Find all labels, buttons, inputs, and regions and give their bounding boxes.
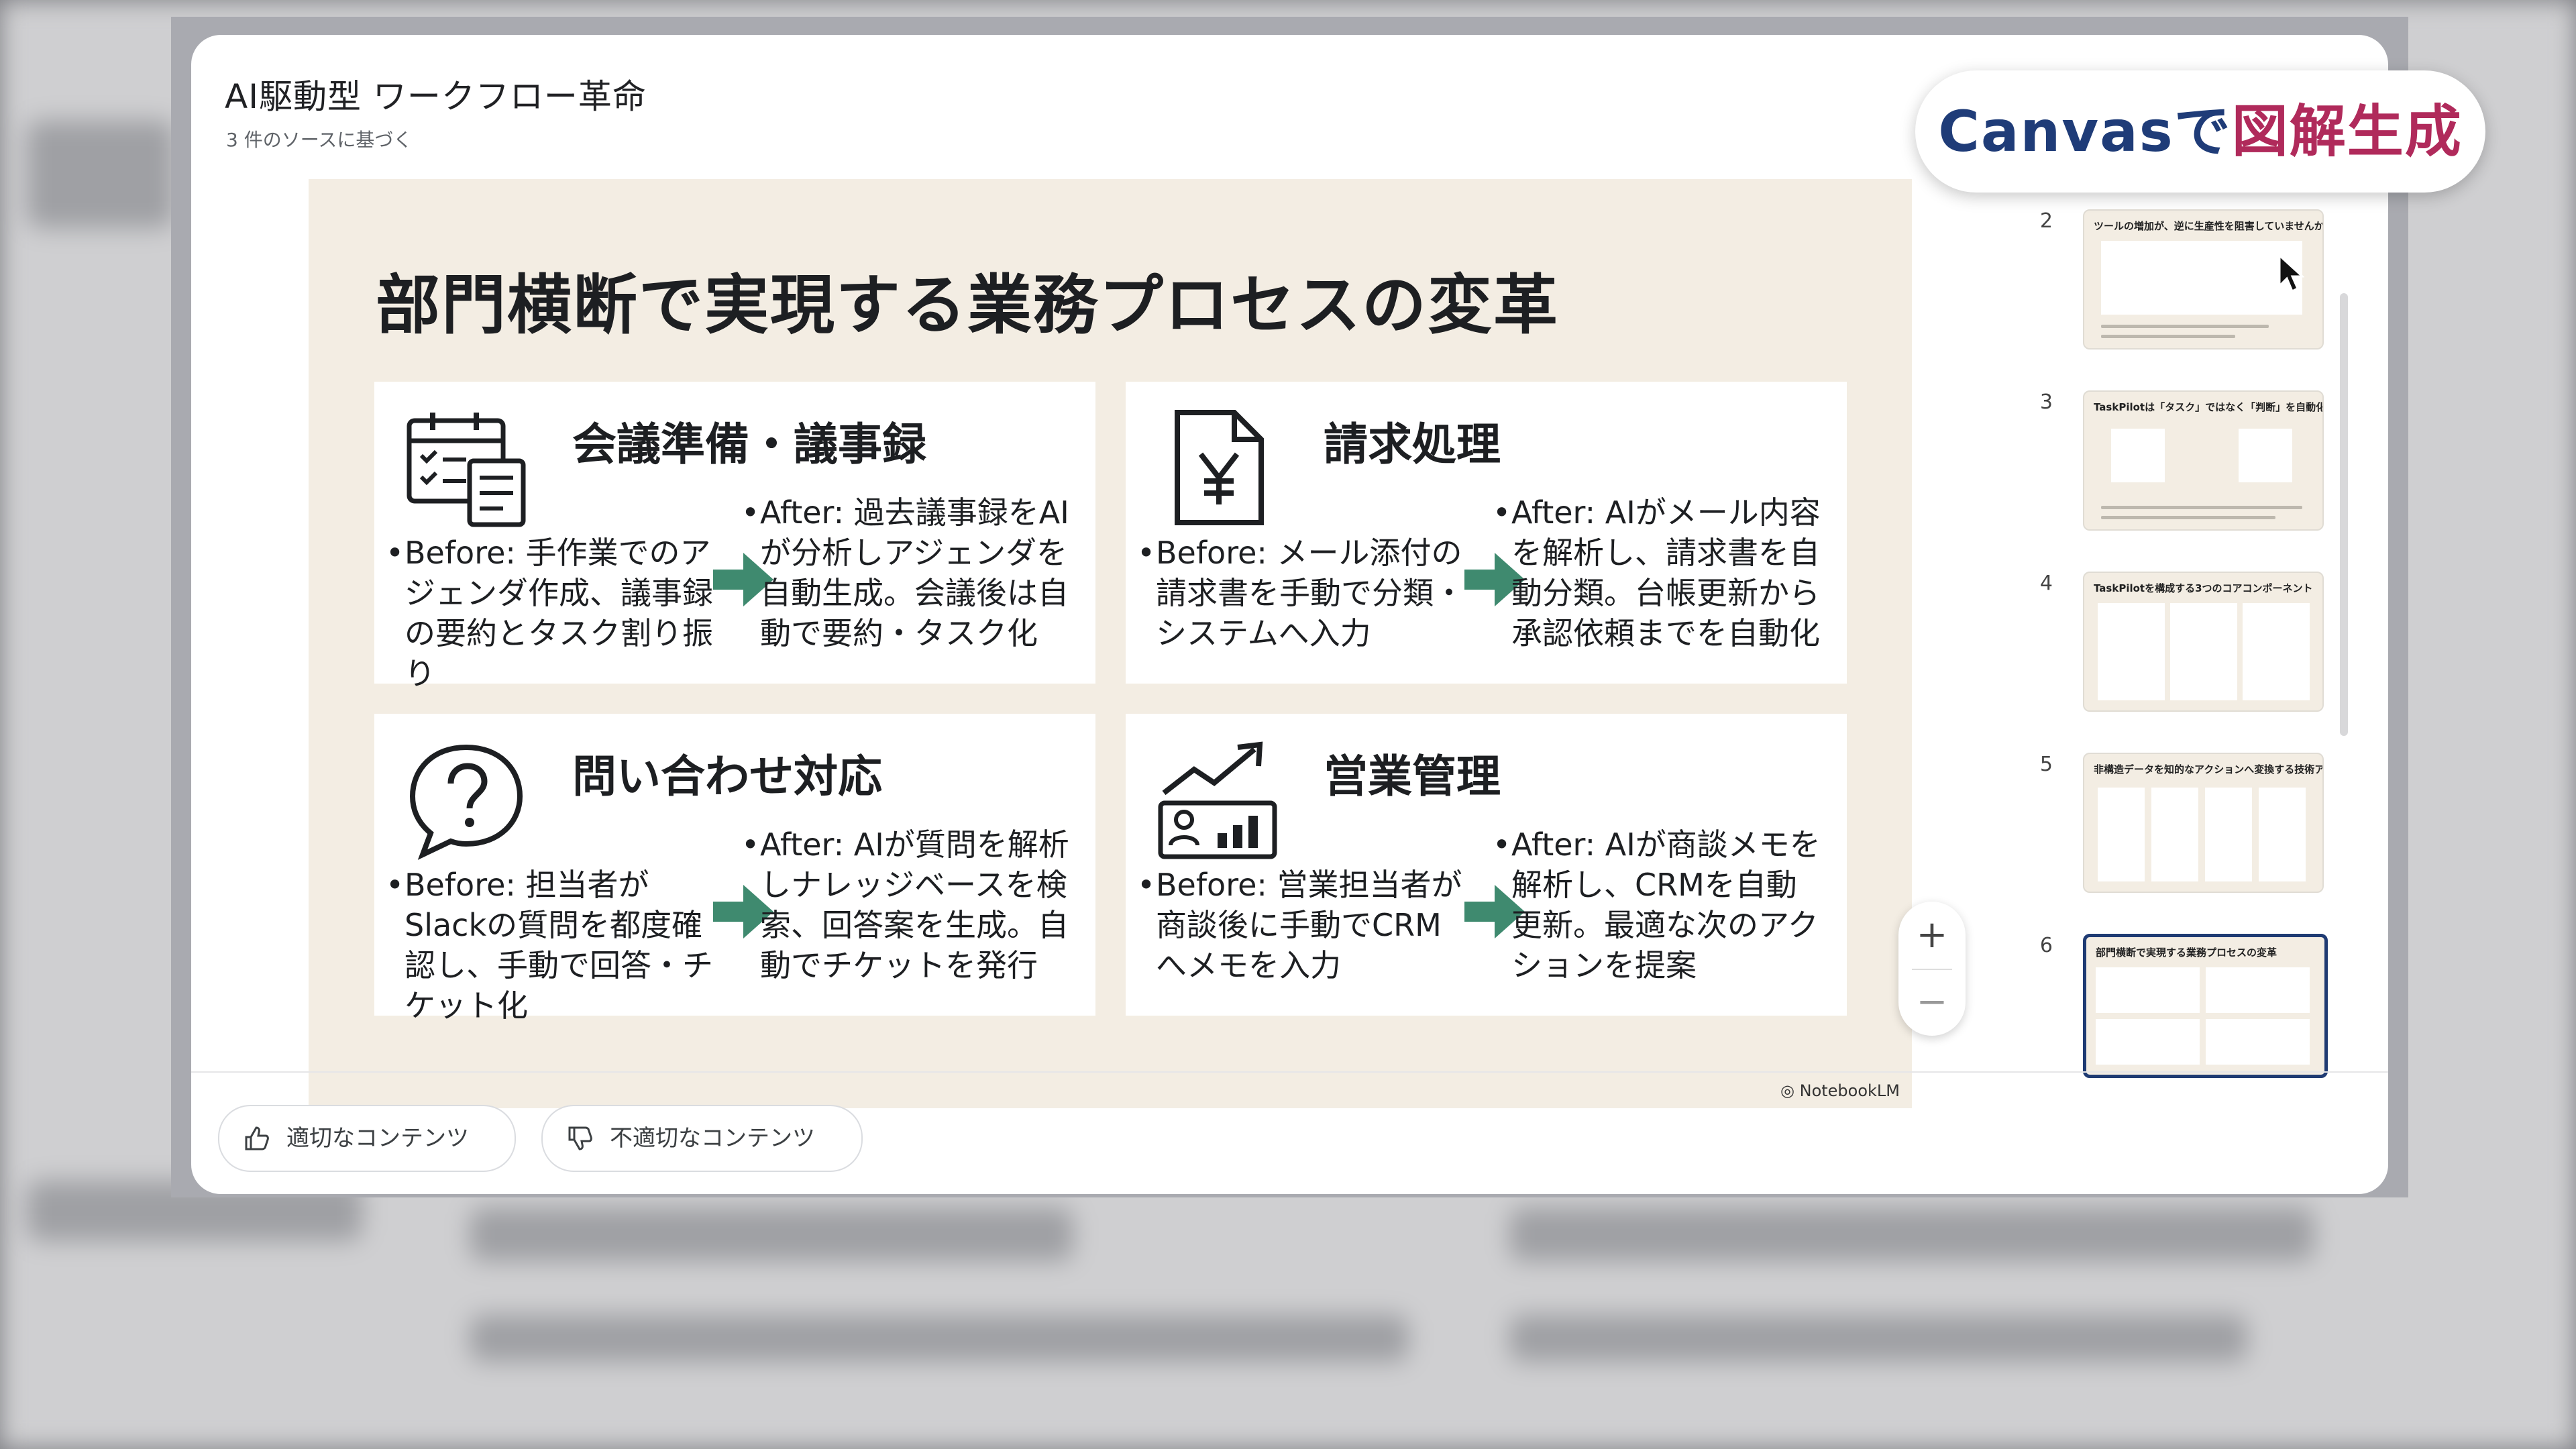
process-card-sales: 営業管理 • Before: 営業担当者が商談後に手動でCRMへメモを入力 • Af… [1126,714,1847,1016]
good-content-button[interactable]: 適切なコンテンツ [218,1105,516,1172]
canvas-caption-badge: Canvasで図解生成 [1915,70,2485,193]
footer-divider [191,1071,2388,1073]
zoom-out-button[interactable]: − [1898,969,1966,1036]
card-after-text: • After: 過去議事録をAIが分析しアジェンダを自動生成。会議後は自動で要約… [741,494,1069,651]
process-card-inquiry: 問い合わせ対応 • Before: 担当者がSlackの質問を都度確認し、手動で回… [374,714,1095,1024]
slide-viewer-modal: AI駆動型 ワークフロー革命 3 件のソースに基づく 部門横断で実現する業務プロ… [191,35,2388,1194]
card-after-text: • After: AIが商談メモを解析し、CRMを自動更新。最適な次のアクションを… [1493,826,1821,983]
notebooklm-brand: ◎ NotebookLM [1780,1081,1900,1100]
modal-subtitle: 3 件のソースに基づく [226,129,413,151]
card-after-text: • After: AIが質問を解析しナレッジベースを検索、回答案を生成。自動でチケ… [741,826,1069,983]
sales-growth-icon [1158,741,1277,859]
thumbnail-row[interactable]: 5 非構造データを知的なアクションへ変換する技術アーキテクチャ [2033,753,2328,907]
calendar-checklist-icon [407,413,526,527]
good-content-label: 適切なコンテンツ [286,1125,469,1152]
modal-title: AI駆動型 ワークフロー革命 [225,77,647,116]
bad-content-label: 不適切なコンテンツ [610,1125,815,1152]
mouse-cursor-icon [2278,254,2304,293]
slide-thumbnail-list: 2 ツールの増加が、逆に生産性を阻害していませんか？ 3 TaskPilotは「… [2033,209,2328,1108]
thumbnail-title: TaskPilotを構成する3つのコアコンポーネント [2094,582,2313,594]
notebooklm-logo-icon: ◎ [1780,1081,1800,1100]
card-before-text: • Before: メール添付の請求書を手動で分類・システムへ入力 [1137,535,1464,651]
card-before-text: • Before: 手作業でのアジェンダ作成、議事録の要約とタスク割り振り [386,535,713,692]
card-title: 営業管理 [1324,751,1501,802]
card-title: 問い合わせ対応 [572,751,882,802]
slide-title: 部門横断で実現する業務プロセスの変革 [376,268,1559,343]
card-before-text: • Before: 担当者がSlackの質問を都度確認し、手動で回答・チケット化 [386,867,713,1024]
zoom-in-button[interactable]: + [1898,902,1966,969]
thumbnail-row[interactable]: 3 TaskPilotは「タスク」ではなく「判断」を自動化します [2033,390,2328,545]
slide-thumbnail[interactable]: TaskPilotを構成する3つのコアコンポーネント [2083,572,2324,712]
thumbnail-number: 3 [2039,390,2053,414]
badge-text-canvas: Canvasで [1938,99,2232,164]
thumbnail-title: 部門横断で実現する業務プロセスの変革 [2096,947,2277,959]
badge-text-diagram: 図解生成 [2231,99,2463,164]
thumbnail-title: TaskPilotは「タスク」ではなく「判断」を自動化します [2094,401,2322,413]
process-card-invoice: 請求処理 • Before: メール添付の請求書を手動で分類・システムへ入力 • A… [1126,382,1847,684]
question-bubble-icon [409,744,523,860]
process-card-meeting: 会議準備・議事録 • Before: 手作業でのアジェンダ作成、議事録の要約とタス… [374,382,1095,692]
card-title: 請求処理 [1324,419,1501,470]
thumbnail-number: 2 [2039,209,2053,233]
slide-thumbnail-active[interactable]: 部門横断で実現する業務プロセスの変革 [2083,934,2328,1078]
thumbnail-title: ツールの増加が、逆に生産性を阻害していませんか？ [2094,220,2324,232]
thumbs-down-icon [568,1126,592,1150]
card-title: 会議準備・議事録 [572,419,926,470]
thumbnail-row[interactable]: 4 TaskPilotを構成する3つのコアコンポーネント [2033,572,2328,726]
thumbs-up-icon [245,1126,269,1150]
thumbnail-scrollbar[interactable] [2340,293,2348,736]
zoom-controls: + − [1898,902,1966,1036]
card-before-text: • Before: 営業担当者が商談後に手動でCRMへメモを入力 [1137,867,1462,983]
thumbnail-number: 6 [2039,934,2053,957]
slide-thumbnail[interactable]: TaskPilotは「タスク」ではなく「判断」を自動化します [2083,390,2324,531]
card-after-text: • After: AIがメール内容を解析し、請求書を自動分類。台帳更新から承認依頼… [1493,494,1821,651]
yen-document-icon [1175,410,1264,525]
thumbnail-title: 非構造データを知的なアクションへ変換する技術アーキテクチャ [2094,763,2324,775]
slide-canvas: 部門横断で実現する業務プロセスの変革 会議準備・議事録 • Before: 手作業… [309,179,1912,1108]
thumbnail-number: 5 [2039,753,2053,776]
bad-content-button[interactable]: 不適切なコンテンツ [541,1105,863,1172]
slide-thumbnail[interactable]: 非構造データを知的なアクションへ変換する技術アーキテクチャ [2083,753,2324,893]
thumbnail-row-active[interactable]: 6 部門横断で実現する業務プロセスの変革 [2033,934,2328,1088]
thumbnail-number: 4 [2039,572,2053,595]
